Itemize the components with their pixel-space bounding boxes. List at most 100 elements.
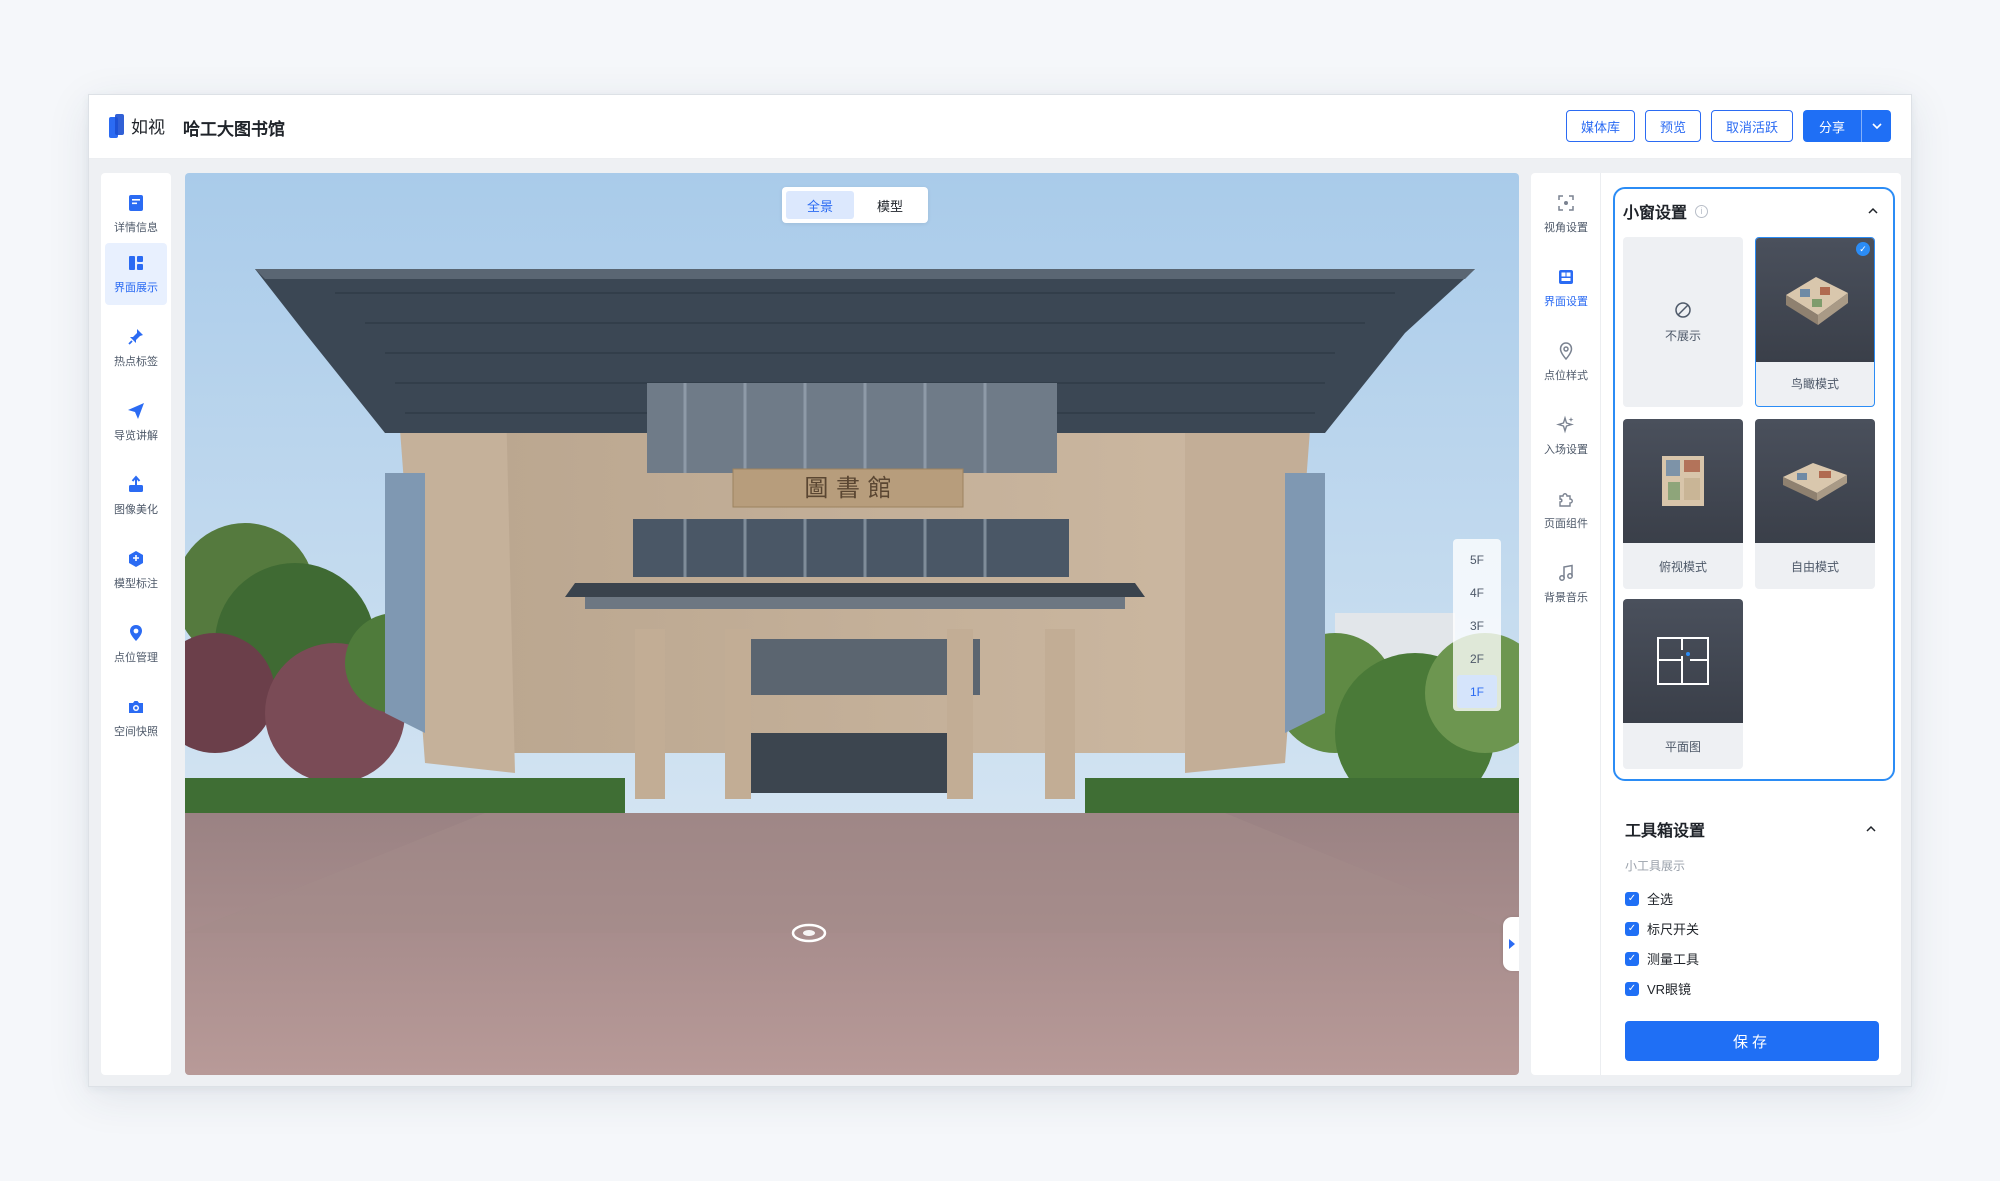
settings-category-rail: 视角设置 界面设置 点位样式 入场设置 页面组件 背景音乐: [1531, 173, 1601, 1075]
toolbox-header: 工具箱设置: [1625, 817, 1705, 841]
nav-label: 图像美化: [114, 504, 158, 516]
music-note-icon: [1559, 564, 1573, 581]
top-down-model-icon: [1662, 456, 1704, 506]
nav-label: 模型标注: [114, 578, 158, 590]
app-window: 如视 哈工大图书馆 媒体库 预览 取消活跃 分享 详情信息 界面展示 热点标签 …: [88, 94, 1912, 1087]
mini-window-settings-card: 小窗设置 i 不展示 ✓ 鸟瞰模式 俯视模式 自由模式 平面图: [1613, 187, 1895, 781]
check-label: VR眼镜: [1647, 982, 1692, 997]
free-mode-thumbnail: [1755, 419, 1875, 543]
floor-selector: 5F 4F 3F 2F 1F: [1453, 539, 1501, 711]
nav-label: 点位管理: [114, 652, 158, 664]
save-button[interactable]: 保存: [1625, 1021, 1879, 1061]
rail-item-ui-settings[interactable]: 界面设置: [1535, 257, 1597, 319]
nav-item-detail-info[interactable]: 详情信息: [105, 183, 167, 245]
panel-collapse-handle[interactable]: [1503, 917, 1519, 971]
3d-model-thumbnail-icon: [1786, 277, 1848, 325]
top-bar: 如视 哈工大图书馆 媒体库 预览 取消活跃 分享: [89, 95, 1911, 159]
selected-check-icon: ✓: [1856, 242, 1870, 256]
panorama-viewer[interactable]: 圖 書 館 全景 模型 5F 4F 3F 2F 1F: [185, 173, 1519, 1075]
top-down-thumbnail: [1623, 419, 1743, 543]
check-ruler-toggle[interactable]: ✓ 标尺开关: [1625, 919, 1699, 938]
floor-item-5f[interactable]: 5F: [1457, 543, 1497, 576]
checkbox-checked-icon[interactable]: ✓: [1625, 891, 1639, 906]
check-vr-glasses[interactable]: ✓ VR眼镜: [1625, 979, 1691, 998]
checkbox-checked-icon[interactable]: ✓: [1625, 921, 1639, 936]
nav-item-location-manage[interactable]: 点位管理: [105, 613, 167, 675]
option-free[interactable]: 自由模式: [1755, 419, 1875, 589]
entrance-sparkle-icon: [1556, 415, 1574, 434]
checkbox-checked-icon[interactable]: ✓: [1625, 951, 1639, 966]
rail-item-entrance[interactable]: 入场设置: [1535, 405, 1597, 467]
option-floor-plan[interactable]: 平面图: [1623, 599, 1743, 769]
left-sidebar: 详情信息 界面展示 热点标签 导览讲解 图像美化 模型标注 点位管理 空间快照: [101, 173, 171, 1075]
nav-label: 空间快照: [114, 726, 158, 738]
view-mode-toggle: 全景 模型: [782, 187, 928, 223]
share-button[interactable]: 分享: [1802, 110, 1861, 142]
rail-item-page-components[interactable]: 页面组件: [1535, 479, 1597, 541]
option-label: 自由模式: [1790, 559, 1839, 574]
settings-panel: 小窗设置 i 不展示 ✓ 鸟瞰模式 俯视模式 自由模式 平面图 工具箱设置 小工…: [1601, 173, 1901, 1075]
free-model-icon: [1783, 463, 1847, 501]
deactivate-button[interactable]: 取消活跃: [1710, 110, 1793, 142]
check-measure-tool[interactable]: ✓ 测量工具: [1625, 949, 1699, 968]
check-label: 测量工具: [1647, 952, 1700, 967]
nav-label: 热点标签: [114, 356, 158, 368]
share-dropdown-toggle[interactable]: [1861, 110, 1891, 142]
nav-item-ui-display[interactable]: 界面展示: [105, 243, 167, 305]
nav-item-model-annotate[interactable]: 模型标注: [105, 539, 167, 601]
option-label: 平面图: [1664, 739, 1701, 754]
rail-item-background-music[interactable]: 背景音乐: [1535, 553, 1597, 615]
nav-label: 导览讲解: [114, 430, 158, 442]
nav-item-snapshot[interactable]: 空间快照: [105, 687, 167, 749]
page-title: 哈工大图书馆: [183, 120, 285, 139]
rail-item-location-style[interactable]: 点位样式: [1535, 331, 1597, 393]
rail-label: 页面组件: [1544, 518, 1588, 530]
camera-snapshot-icon: [129, 701, 143, 713]
mini-window-title: 小窗设置: [1623, 205, 1688, 222]
floor-plan-icon: [1657, 637, 1709, 685]
rail-label: 背景音乐: [1544, 592, 1588, 604]
caret-right-icon: [1509, 939, 1515, 949]
logo-text: 如视: [131, 118, 165, 137]
check-label: 标尺开关: [1647, 922, 1700, 937]
nav-item-image-enhance[interactable]: 图像美化: [105, 465, 167, 527]
chevron-up-icon[interactable]: [1867, 205, 1879, 217]
checkbox-checked-icon[interactable]: ✓: [1625, 981, 1639, 996]
header-actions: 媒体库 预览 取消活跃 分享: [1565, 110, 1891, 142]
nav-label: 详情信息: [114, 222, 158, 234]
check-select-all[interactable]: ✓ 全选: [1625, 889, 1673, 908]
hotspot-pin-icon: [128, 329, 143, 345]
tour-send-icon: [128, 403, 144, 419]
toolbox-sub-label: 小工具展示: [1625, 859, 1686, 873]
preview-button[interactable]: 预览: [1644, 110, 1701, 142]
chevron-up-icon[interactable]: [1865, 823, 1877, 835]
option-birds-eye[interactable]: ✓ 鸟瞰模式: [1755, 237, 1875, 407]
floor-item-2f[interactable]: 2F: [1457, 642, 1497, 675]
option-label: 鸟瞰模式: [1790, 376, 1839, 391]
share-button-group: 分享: [1802, 110, 1891, 142]
floor-item-4f[interactable]: 4F: [1457, 576, 1497, 609]
nav-label: 界面展示: [114, 282, 158, 294]
floor-item-1f[interactable]: 1F: [1457, 675, 1497, 708]
option-hide[interactable]: 不展示: [1623, 237, 1743, 407]
media-library-button[interactable]: 媒体库: [1565, 110, 1635, 142]
building-sign: 圖 書 館: [804, 474, 891, 502]
puzzle-piece-icon: [1559, 493, 1573, 507]
option-top-down[interactable]: 俯视模式: [1623, 419, 1743, 589]
viewpoint-icon: [1558, 195, 1574, 211]
rail-item-viewpoint[interactable]: 视角设置: [1535, 183, 1597, 245]
option-label: 俯视模式: [1658, 559, 1707, 574]
info-icon[interactable]: i: [1695, 204, 1709, 218]
rail-label: 视角设置: [1544, 222, 1588, 234]
image-enhance-icon: [129, 475, 143, 492]
tab-model[interactable]: 模型: [856, 191, 924, 219]
birds-eye-thumbnail: [1756, 238, 1874, 362]
tab-panorama[interactable]: 全景: [786, 191, 854, 219]
brand-logo[interactable]: 如视: [109, 113, 165, 138]
ui-display-icon: [129, 256, 143, 270]
toolbox-title: 工具箱设置: [1625, 823, 1706, 840]
floor-item-3f[interactable]: 3F: [1457, 609, 1497, 642]
nav-item-hotspot[interactable]: 热点标签: [105, 317, 167, 379]
ui-settings-icon: [1559, 270, 1573, 284]
nav-item-tour[interactable]: 导览讲解: [105, 391, 167, 453]
